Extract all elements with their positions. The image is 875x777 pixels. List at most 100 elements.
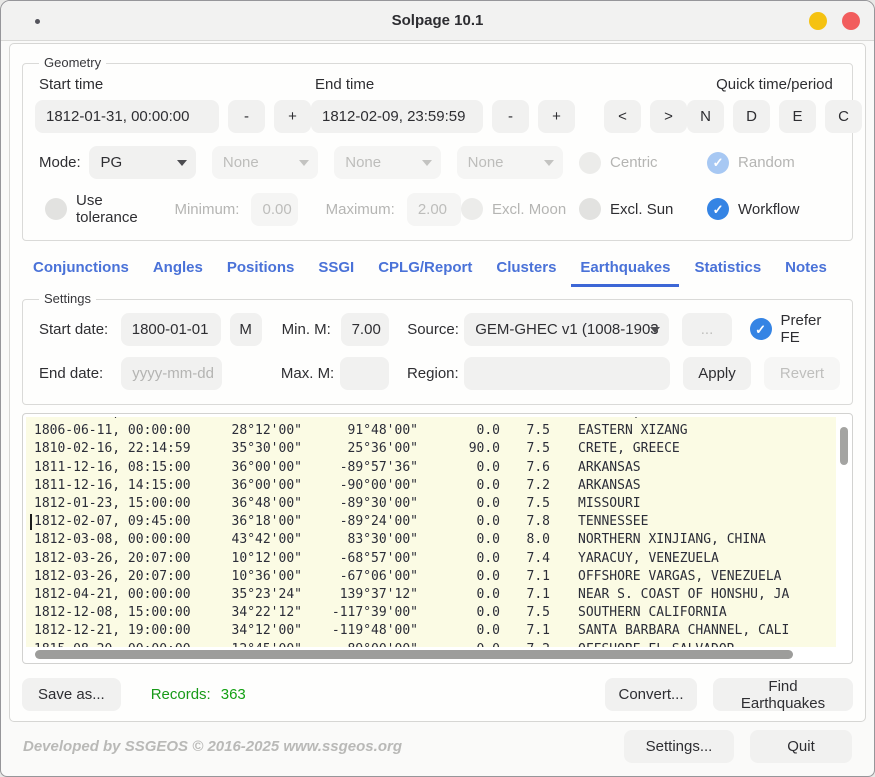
close-button[interactable]	[842, 12, 860, 30]
mode-dropdown-3[interactable]: None	[334, 146, 440, 179]
end-time-plus-button[interactable]: +	[538, 100, 575, 133]
cell-region: OFFSHORE EL SALVADOR	[578, 641, 735, 647]
convert-button[interactable]: Convert...	[605, 678, 697, 711]
maximum-input[interactable]: 2.00	[407, 193, 461, 226]
prefer-fe-checkbox[interactable]: ✓	[750, 318, 772, 340]
quick-period-field: Quick time/period N D E C	[687, 74, 862, 133]
source-dropdown[interactable]: GEM-GHEC v1 (1008-1903	[464, 313, 669, 346]
save-as-button[interactable]: Save as...	[22, 678, 121, 711]
centric-checkbox-group: Centric	[579, 152, 707, 174]
cell-datetime: 1812-04-21, 00:00:00	[34, 586, 198, 604]
tab-angles[interactable]: Angles	[144, 255, 212, 287]
quick-e-button[interactable]: E	[779, 100, 816, 133]
table-row[interactable]: 1812-03-26, 20:07:0010°36'00"-67°06'00"0…	[34, 568, 836, 586]
tab-clusters[interactable]: Clusters	[487, 255, 565, 287]
chevron-down-icon	[544, 160, 554, 166]
minimize-button[interactable]	[809, 12, 827, 30]
end-time-input[interactable]: 1812-02-09, 23:59:59	[311, 100, 483, 133]
end-date-input[interactable]: yyyy-mm-dd	[121, 357, 221, 390]
chevron-down-icon	[299, 160, 309, 166]
cell-region: ARKANSAS	[578, 459, 641, 477]
mode-dropdown-4[interactable]: None	[457, 146, 563, 179]
cell-latitude: 35°30'00"	[198, 440, 302, 458]
apply-button[interactable]: Apply	[683, 357, 751, 390]
period-next-button[interactable]: >	[650, 100, 687, 133]
workflow-group: ✓ Workflow	[707, 198, 840, 220]
cell-datetime: 1812-03-08, 00:00:00	[34, 531, 198, 549]
start-time-field: Start time 1812-01-31, 00:00:00 - +	[35, 74, 311, 133]
minimum-input[interactable]: 0.00	[251, 193, 297, 226]
table-row[interactable]: 1806-06-11, 00:00:0028°12'00"91°48'00"0.…	[34, 422, 836, 440]
table-row[interactable]: 1815-08-20, 00:00:0012°45'00"-89°00'00"0…	[34, 641, 836, 647]
m-button[interactable]: M	[230, 313, 262, 346]
find-earthquakes-button[interactable]: Find Earthquakes	[713, 678, 853, 711]
tab-positions[interactable]: Positions	[218, 255, 304, 287]
cell-longitude: 83°30'00"	[302, 531, 418, 549]
quick-n-button[interactable]: N	[687, 100, 724, 133]
table-row[interactable]: 1810-02-16, 22:14:5935°30'00"25°36'00"90…	[34, 440, 836, 458]
tab-notes[interactable]: Notes	[776, 255, 836, 287]
table-row[interactable]: 1812-03-26, 20:07:0010°12'00"-68°57'00"0…	[34, 550, 836, 568]
start-time-input[interactable]: 1812-01-31, 00:00:00	[35, 100, 219, 133]
source-more-button[interactable]: ...	[682, 313, 731, 346]
tab-ssgi[interactable]: SSGI	[309, 255, 363, 287]
region-input[interactable]	[464, 357, 670, 390]
revert-button[interactable]: Revert	[764, 357, 840, 390]
cell-latitude: 28°12'00"	[198, 422, 302, 440]
minimum-label: Minimum:	[174, 201, 239, 218]
quick-d-button[interactable]: D	[733, 100, 770, 133]
start-date-input[interactable]: 1800-01-01	[121, 313, 221, 346]
workflow-checkbox[interactable]: ✓	[707, 198, 729, 220]
random-checkbox[interactable]: ✓	[707, 152, 729, 174]
table-row[interactable]: 1811-12-16, 14:15:0036°00'00"-90°00'00"0…	[34, 477, 836, 495]
centric-label: Centric	[610, 154, 658, 171]
check-icon: ✓	[755, 323, 766, 336]
cell-datetime: 1812-01-23, 15:00:00	[34, 495, 198, 513]
cell-region: TENNESSEE	[578, 513, 648, 531]
titlebar[interactable]: Solpage 10.1	[1, 1, 874, 41]
cell-longitude: -67°06'00"	[302, 568, 418, 586]
mode-dropdown-2[interactable]: None	[212, 146, 318, 179]
excl-moon-checkbox[interactable]	[461, 198, 483, 220]
tab-statistics[interactable]: Statistics	[685, 255, 770, 287]
settings-button[interactable]: Settings...	[624, 730, 734, 763]
cell-latitude: 36°48'00"	[198, 495, 302, 513]
cell-region: SANTA BARBARA CHANNEL, CALI	[578, 622, 789, 640]
cell-latitude: 36°00'00"	[198, 459, 302, 477]
table-row[interactable]: 1812-01-23, 15:00:0036°48'00"-89°30'00"0…	[34, 495, 836, 513]
horizontal-scrollbar-thumb[interactable]	[35, 650, 793, 659]
tab-conjunctions[interactable]: Conjunctions	[24, 255, 138, 287]
cell-magnitude: 7.1	[500, 622, 550, 640]
vertical-scrollbar-thumb[interactable]	[840, 427, 848, 465]
cell-latitude: 34°22'12"	[198, 604, 302, 622]
cell-magnitude: 7.5	[500, 440, 550, 458]
table-row[interactable]: 1812-02-07, 09:45:0036°18'00"-89°24'00"0…	[34, 513, 836, 531]
tab-earthquakes[interactable]: Earthquakes	[571, 255, 679, 287]
earthquake-list[interactable]: 1806-03-25, 00:00:0020°22'04"-105°24'00"…	[26, 417, 836, 647]
table-row[interactable]: 1811-12-16, 08:15:0036°00'00"-89°57'36"0…	[34, 459, 836, 477]
cell-depth: 0.0	[418, 422, 500, 440]
max-m-input[interactable]	[340, 357, 389, 390]
actions-bar: Save as... Records: 363 Convert... Find …	[22, 678, 853, 711]
excl-sun-checkbox[interactable]	[579, 198, 601, 220]
table-row[interactable]: 1812-12-08, 15:00:0034°22'12"-117°39'00"…	[34, 604, 836, 622]
end-time-label: End time	[315, 76, 687, 93]
mode-dropdown[interactable]: PG	[89, 146, 195, 179]
table-row[interactable]: 1812-12-21, 19:00:0034°12'00"-119°48'00"…	[34, 622, 836, 640]
cell-region: NORTHERN XINJIANG, CHINA	[578, 531, 766, 549]
cell-datetime: 1812-12-21, 19:00:00	[34, 622, 198, 640]
tab-cplg-report[interactable]: CPLG/Report	[369, 255, 481, 287]
quit-button[interactable]: Quit	[750, 730, 852, 763]
start-time-minus-button[interactable]: -	[228, 100, 265, 133]
table-row[interactable]: 1812-04-21, 00:00:0035°23'24"139°37'12"0…	[34, 586, 836, 604]
min-m-input[interactable]: 7.00	[341, 313, 390, 346]
start-time-plus-button[interactable]: +	[274, 100, 311, 133]
end-time-minus-button[interactable]: -	[492, 100, 529, 133]
period-prev-button[interactable]: <	[604, 100, 641, 133]
chevron-down-icon	[422, 160, 432, 166]
centric-checkbox[interactable]	[579, 152, 601, 174]
use-tolerance-checkbox[interactable]	[45, 198, 67, 220]
cell-region: CRETE, GREECE	[578, 440, 680, 458]
table-row[interactable]: 1812-03-08, 00:00:0043°42'00"83°30'00"0.…	[34, 531, 836, 549]
quick-c-button[interactable]: C	[825, 100, 862, 133]
